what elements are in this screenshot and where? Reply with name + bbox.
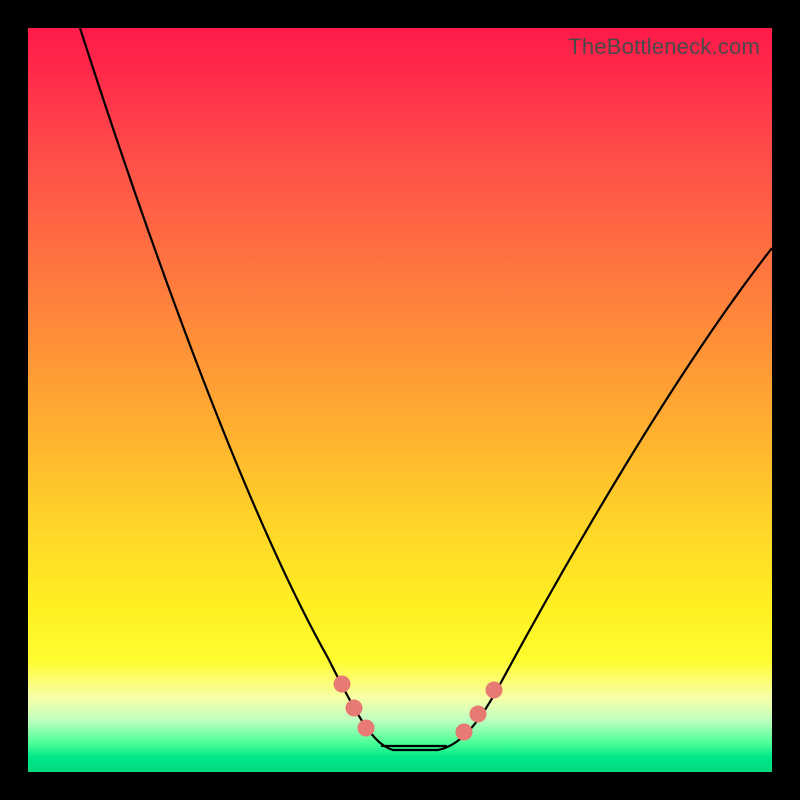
plot-area: TheBottleneck.com [28, 28, 772, 772]
marker-dot-right-1 [456, 724, 472, 740]
marker-dot-left-2 [346, 700, 362, 716]
marker-dot-right-2 [470, 706, 486, 722]
chart-svg [28, 28, 772, 772]
bottleneck-curve [80, 28, 772, 750]
marker-dot-left-1 [334, 676, 350, 692]
marker-dot-right-3 [486, 682, 502, 698]
marker-dot-left-3 [358, 720, 374, 736]
